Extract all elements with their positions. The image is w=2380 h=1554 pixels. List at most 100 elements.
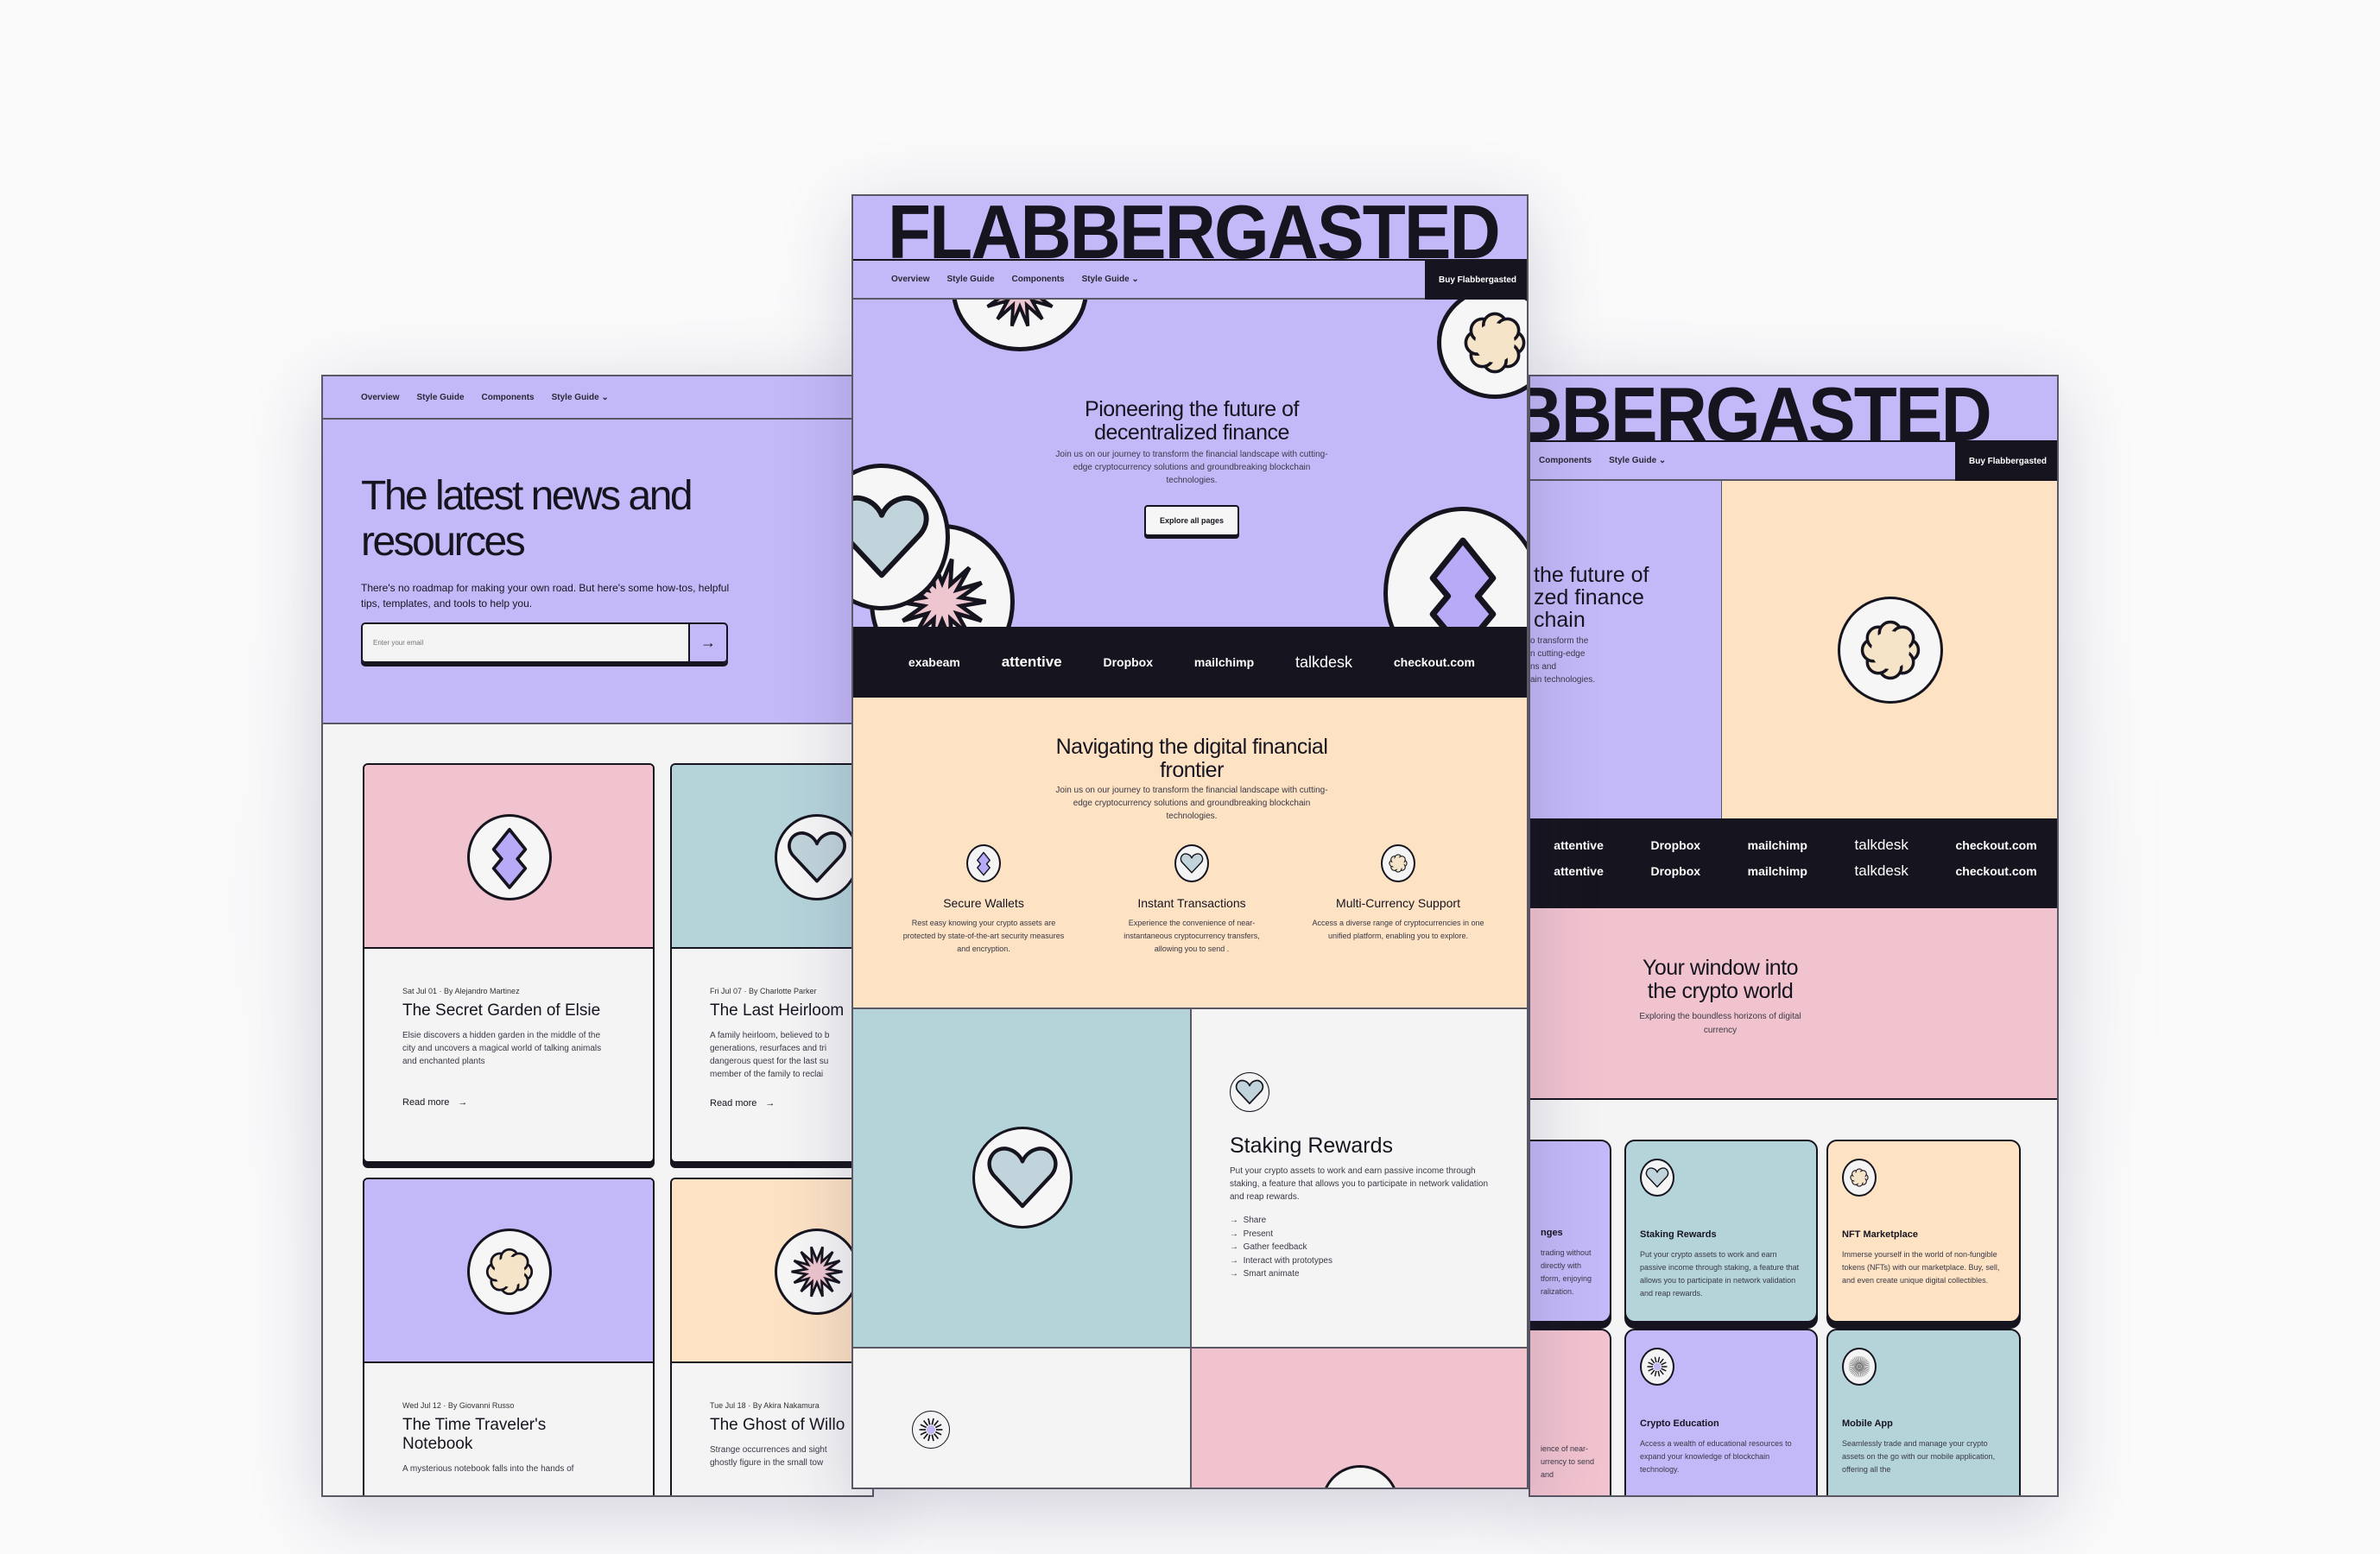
heart-icon bbox=[1230, 1072, 1269, 1112]
nav-style-guide[interactable]: Style Guide bbox=[946, 275, 994, 284]
staking-list: → Share → Present → Gather feedback → In… bbox=[1230, 1214, 1332, 1281]
flower-icon bbox=[1381, 844, 1415, 882]
starburst-icon bbox=[775, 1229, 859, 1315]
card-image bbox=[364, 765, 653, 949]
card-image bbox=[364, 1179, 653, 1363]
feature-title: Mobile App bbox=[1842, 1418, 1893, 1429]
logo-checkout: checkout.com bbox=[1955, 838, 2037, 852]
heart-icon bbox=[775, 814, 859, 900]
hero-title-fragment: the future of zed finance chain bbox=[1534, 564, 1649, 631]
alt-home-page-preview: FLABBERGASTED Components Style Guide ⌄ B… bbox=[1529, 375, 2059, 1497]
hero-title-line: zed finance bbox=[1534, 585, 1644, 610]
sun-icon bbox=[1640, 1348, 1674, 1386]
list-item: → Gather feedback bbox=[1230, 1242, 1307, 1252]
card-body: Sat Jul 01 · By Alejandro Martinez The S… bbox=[364, 949, 653, 1146]
nav-style-guide[interactable]: Style Guide bbox=[416, 393, 464, 402]
email-input[interactable] bbox=[363, 624, 688, 661]
list-label: Present bbox=[1243, 1229, 1274, 1239]
post-meta: Tue Jul 18 · By Akira Nakamura bbox=[710, 1401, 820, 1410]
hero-text-line: n cutting-edge bbox=[1530, 649, 1586, 659]
logo-dropbox: Dropbox bbox=[1650, 864, 1701, 878]
post-title: The Time Traveler's Notebook bbox=[402, 1416, 547, 1453]
buy-button[interactable]: Buy Flabbergasted bbox=[1425, 261, 1527, 300]
diamond-icon bbox=[966, 844, 1001, 882]
list-item: → Interact with prototypes bbox=[1230, 1255, 1332, 1266]
hero-title-line: the future of bbox=[1534, 563, 1649, 587]
feature-title: NFT Marketplace bbox=[1842, 1229, 1919, 1240]
logo-dropbox: Dropbox bbox=[1650, 838, 1701, 852]
feature-desc: Immerse yourself in the world of non-fun… bbox=[1842, 1250, 2000, 1285]
heart-icon bbox=[1640, 1159, 1674, 1197]
page-title: The latest news and resources bbox=[361, 473, 693, 565]
email-form: → bbox=[361, 622, 728, 663]
section-text: Exploring the boundless horizons of digi… bbox=[1639, 1012, 1801, 1035]
flower-icon bbox=[1842, 1159, 1877, 1197]
staking-desc: Put your crypto assets to work and earn … bbox=[1230, 1166, 1489, 1202]
feature-desc: Access a diverse range of cryptocurrenci… bbox=[1312, 919, 1484, 940]
submit-button[interactable]: → bbox=[688, 624, 726, 661]
nav-components[interactable]: Components bbox=[1012, 275, 1065, 284]
nav-components[interactable]: Components bbox=[1539, 456, 1592, 465]
nav-components[interactable]: Components bbox=[482, 393, 535, 402]
list-item: → Smart animate bbox=[1230, 1269, 1300, 1279]
feature-title: Staking Rewards bbox=[1640, 1229, 1717, 1240]
nav-style-guide-dropdown[interactable]: Style Guide ⌄ bbox=[1082, 275, 1139, 284]
diamond-icon bbox=[1383, 507, 1527, 627]
post-meta: Fri Jul 07 · By Charlotte Parker bbox=[710, 987, 817, 995]
feature-desc: Access a wealth of educational resources… bbox=[1640, 1439, 1792, 1474]
nav-style-guide-dropdown[interactable]: Style Guide ⌄ bbox=[1609, 456, 1666, 465]
flower-icon bbox=[467, 1229, 552, 1315]
flower-icon bbox=[1437, 300, 1527, 399]
feature-desc: trading without directly with tform, enj… bbox=[1541, 1248, 1592, 1296]
post-desc: A family heirloom, believed to b generat… bbox=[710, 1031, 830, 1079]
logo-attentive: attentive bbox=[1554, 864, 1604, 878]
feature-desc: ience of near- urrency to send and bbox=[1541, 1444, 1595, 1479]
read-more-link[interactable]: Read more → bbox=[710, 1098, 872, 1109]
brand-logo: FLABBERGASTED bbox=[1530, 376, 1992, 442]
card-image bbox=[672, 1179, 872, 1363]
chevron-down-icon: ⌄ bbox=[601, 392, 609, 402]
chevron-down-icon: ⌄ bbox=[1131, 275, 1139, 284]
explore-button[interactable]: Explore all pages bbox=[1144, 505, 1239, 536]
brand-logo: FLABBERGASTED bbox=[888, 194, 1501, 275]
feature: Secure Wallets Rest easy knowing your cr… bbox=[884, 844, 1083, 956]
staking-image bbox=[853, 1009, 1192, 1349]
circle-decoration bbox=[1321, 1465, 1399, 1488]
nav-label: Style Guide bbox=[1081, 275, 1130, 284]
hero-text-fragment: o transform the n cutting-edge ns and ai… bbox=[1530, 635, 1595, 686]
post-meta: Sat Jul 01 · By Alejandro Martinez bbox=[402, 987, 520, 995]
nav-label: Style Guide bbox=[551, 392, 599, 402]
blog-card[interactable]: Fri Jul 07 · By Charlotte Parker The Las… bbox=[670, 763, 872, 1163]
arrow-right-icon: → bbox=[458, 1097, 468, 1108]
list-item: → Share bbox=[1230, 1216, 1267, 1225]
card-body: Wed Jul 12 · By Giovanni Russo The Time … bbox=[364, 1363, 653, 1495]
brand-band: FLABBERGASTED bbox=[853, 196, 1527, 270]
read-more-link[interactable]: Read more → bbox=[402, 1097, 615, 1108]
list-label: Interact with prototypes bbox=[1243, 1255, 1332, 1266]
read-more-label: Read more bbox=[402, 1097, 450, 1108]
hero: Pioneering the future of decentralized f… bbox=[853, 300, 1527, 627]
nav-overview[interactable]: Overview bbox=[361, 393, 399, 402]
post-meta: Wed Jul 12 · By Giovanni Russo bbox=[402, 1401, 515, 1410]
logo-checkout: checkout.com bbox=[1955, 864, 2037, 878]
nav-style-guide-dropdown[interactable]: Style Guide ⌄ bbox=[552, 393, 609, 402]
feature-title: Multi-Currency Support bbox=[1336, 896, 1460, 910]
list-label: Gather feedback bbox=[1243, 1242, 1307, 1252]
list-item: → Present bbox=[1230, 1229, 1274, 1239]
nav-overview[interactable]: Overview bbox=[891, 275, 929, 284]
post-desc: Strange occurrences and sight ghostly fi… bbox=[710, 1445, 827, 1468]
chevron-down-icon: ⌄ bbox=[1658, 456, 1667, 465]
diamond-icon bbox=[467, 814, 552, 900]
section-text: Join us on our journey to transform the … bbox=[1055, 786, 1328, 821]
blog-card[interactable]: Sat Jul 01 · By Alejandro Martinez The S… bbox=[363, 763, 655, 1163]
blog-card[interactable]: Wed Jul 12 · By Giovanni Russo The Time … bbox=[363, 1178, 655, 1495]
arrow-right-icon: → bbox=[765, 1098, 775, 1109]
blog-card[interactable]: Tue Jul 18 · By Akira Nakamura The Ghost… bbox=[670, 1178, 872, 1495]
buy-button[interactable]: Buy Flabbergasted bbox=[1955, 442, 2057, 481]
logo-strip: exabeam attentive Dropbox mailchimp talk… bbox=[853, 627, 1527, 698]
feature-card: Mobile App Seamlessly trade and manage y… bbox=[1826, 1329, 2021, 1495]
feature-title: Instant Transactions bbox=[1137, 896, 1246, 910]
hero-right bbox=[1722, 481, 2057, 818]
staking-title: Staking Rewards bbox=[1230, 1134, 1393, 1158]
feature-desc: Rest easy knowing your crypto assets are… bbox=[902, 919, 1065, 953]
